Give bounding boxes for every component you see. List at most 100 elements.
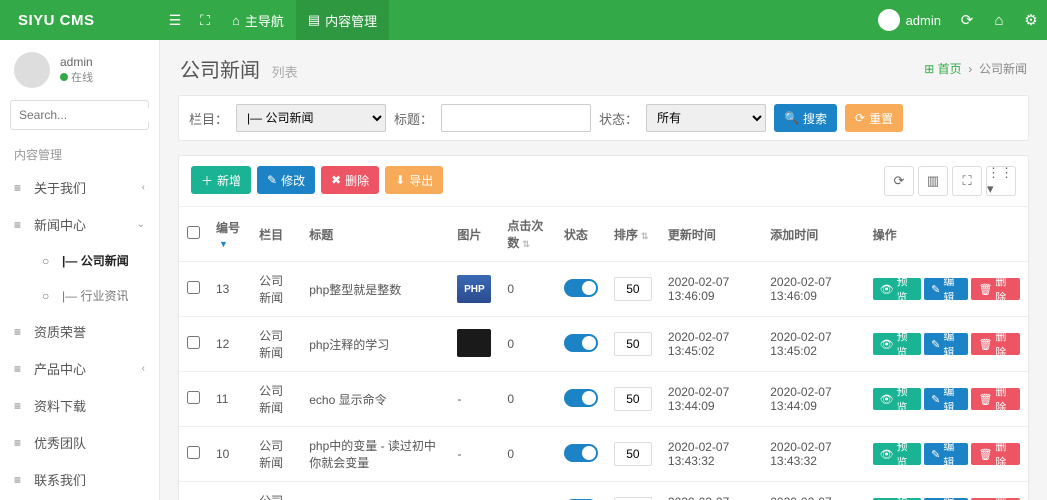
plus-icon: ＋	[201, 172, 213, 189]
cell-id: 13	[208, 262, 251, 317]
preview-button[interactable]: 👁预览	[873, 388, 922, 410]
row-checkbox[interactable]	[187, 281, 200, 294]
user-menu[interactable]: admin	[868, 9, 951, 31]
col-title[interactable]: 标题	[301, 207, 449, 262]
sort-input[interactable]	[614, 277, 652, 301]
col-clicks[interactable]: 点击次数⇅	[499, 207, 556, 262]
col-id[interactable]: 编号▼	[208, 207, 251, 262]
col-ops: 操作	[865, 207, 1028, 262]
refresh-tool-icon[interactable]: ⟳	[884, 166, 914, 196]
nav-contact[interactable]: ≡联系我们	[0, 461, 159, 498]
layers-icon: ▤	[308, 12, 320, 28]
nav-news[interactable]: ≡新闻中心⌄	[0, 206, 159, 243]
download-icon: ⬇	[395, 173, 405, 187]
cell-updated: 2020-02-07 13:46:09	[660, 262, 762, 317]
table-row: 12 公司新闻 php注释的学习 0 2020-02-07 13:45:02 2…	[179, 317, 1028, 372]
delete-button[interactable]: ✖删除	[321, 166, 379, 194]
status-toggle[interactable]	[564, 389, 598, 407]
filter-title-input[interactable]	[441, 104, 591, 132]
export-button[interactable]: ⬇导出	[385, 166, 443, 194]
row-edit-button[interactable]: ✎编辑	[924, 333, 968, 355]
sort-input[interactable]	[614, 442, 652, 466]
row-edit-button[interactable]: ✎编辑	[924, 388, 968, 410]
row-delete-button[interactable]: 🗑删除	[971, 333, 1020, 355]
nav-product[interactable]: ≡产品中心‹	[0, 350, 159, 387]
nav-company-news[interactable]: ○|— 公司新闻	[28, 243, 159, 278]
fullscreen-tool-icon[interactable]: ⛶	[952, 166, 982, 196]
cell-clicks: 0	[499, 317, 556, 372]
table-row: 13 公司新闻 php整型就是整数 PHP 0 2020-02-07 13:46…	[179, 262, 1028, 317]
col-cat[interactable]: 栏目	[251, 207, 301, 262]
page-header: 公司新闻 列表 ⊞ 首页 › 公司新闻	[178, 40, 1029, 95]
search-input[interactable]	[19, 108, 160, 122]
cell-title: php中的变量 - 读过初中你就会变量	[301, 427, 449, 482]
filter-col-select[interactable]: |— 公司新闻	[236, 104, 386, 132]
edit-button[interactable]: ✎修改	[257, 166, 315, 194]
row-checkbox[interactable]	[187, 391, 200, 404]
nav-team[interactable]: ≡优秀团队	[0, 424, 159, 461]
cell-created: 2020-02-07 13:43:32	[762, 427, 864, 482]
preview-button[interactable]: 👁预览	[873, 443, 922, 465]
no-image: -	[457, 447, 461, 461]
cell-created: 2020-02-07 13:46:09	[762, 262, 864, 317]
profile-box: admin 在线	[0, 40, 159, 100]
cell-clicks: 0	[499, 262, 556, 317]
cell-updated: 2020-02-07 13:44:09	[660, 372, 762, 427]
list-icon: ≡	[14, 399, 26, 413]
row-delete-button[interactable]: 🗑删除	[971, 388, 1020, 410]
fullscreen-icon[interactable]: ⛶	[190, 12, 220, 29]
nav-industry-news[interactable]: ○|— 行业资讯	[28, 278, 159, 313]
col-updated[interactable]: 更新时间	[660, 207, 762, 262]
crumb-home[interactable]: 首页	[938, 62, 962, 76]
toolbar: ＋新增 ✎修改 ✖删除 ⬇导出 ⟳ ▥ ⛶ ⋮⋮ ▾	[179, 156, 1028, 207]
nav-honor[interactable]: ≡资质荣誉	[0, 313, 159, 350]
status-toggle[interactable]	[564, 444, 598, 462]
filter-status-select[interactable]: 所有	[646, 104, 766, 132]
status-toggle[interactable]	[564, 279, 598, 297]
sort-input[interactable]	[614, 332, 652, 356]
row-delete-button[interactable]: 🗑删除	[971, 278, 1020, 300]
preview-button[interactable]: 👁预览	[873, 333, 922, 355]
table-row: 10 公司新闻 php中的变量 - 读过初中你就会变量 - 0 2020-02-…	[179, 427, 1028, 482]
cell-created: 2020-02-07 13:44:09	[762, 372, 864, 427]
chevron-left-icon: ‹	[142, 182, 145, 193]
cell-img: -	[449, 482, 499, 500]
menu-toggle-icon[interactable]: ☰	[160, 12, 190, 29]
nav-about[interactable]: ≡关于我们‹	[0, 169, 159, 206]
row-checkbox[interactable]	[187, 336, 200, 349]
col-img[interactable]: 图片	[449, 207, 499, 262]
cell-clicks: 0	[499, 372, 556, 427]
columns-tool-icon[interactable]: ▥	[918, 166, 948, 196]
chevron-down-icon: ⌄	[137, 219, 145, 230]
nav-download[interactable]: ≡资料下载	[0, 387, 159, 424]
status-toggle[interactable]	[564, 334, 598, 352]
sort-input[interactable]	[614, 387, 652, 411]
preview-button[interactable]: 👁预览	[873, 278, 922, 300]
circle-icon: ○	[42, 289, 54, 303]
search-box[interactable]: 🔍	[10, 100, 149, 130]
row-delete-button[interactable]: 🗑删除	[971, 443, 1020, 465]
table-row: 9 公司新闻 写代码的工具选择 - 0 2020-02-07 13:42:48 …	[179, 482, 1028, 500]
tab-content-mgmt[interactable]: ▤内容管理	[296, 0, 389, 40]
cell-id: 11	[208, 372, 251, 427]
add-button[interactable]: ＋新增	[191, 166, 251, 194]
col-status[interactable]: 状态	[556, 207, 606, 262]
row-checkbox[interactable]	[187, 446, 200, 459]
search-button[interactable]: 🔍搜索	[774, 104, 837, 132]
select-all-checkbox[interactable]	[187, 226, 200, 239]
refresh-icon[interactable]: ⟳	[951, 11, 983, 29]
pencil-icon: ✎	[931, 448, 940, 461]
col-sort[interactable]: 排序⇅	[606, 207, 660, 262]
search-icon: 🔍	[784, 111, 799, 125]
row-edit-button[interactable]: ✎编辑	[924, 443, 968, 465]
tab-main-nav[interactable]: ⌂主导航	[220, 0, 296, 40]
settings-icon[interactable]: ⚙	[1015, 11, 1047, 29]
col-created[interactable]: 添加时间	[762, 207, 864, 262]
grid-tool-icon[interactable]: ⋮⋮ ▾	[986, 166, 1016, 196]
cell-cat: 公司新闻	[251, 427, 301, 482]
row-edit-button[interactable]: ✎编辑	[924, 278, 968, 300]
home-icon[interactable]: ⌂	[983, 12, 1015, 29]
eye-icon: 👁	[880, 393, 894, 406]
data-panel: ＋新增 ✎修改 ✖删除 ⬇导出 ⟳ ▥ ⛶ ⋮⋮ ▾ 编号▼	[178, 155, 1029, 500]
reset-button[interactable]: ⟳重置	[845, 104, 903, 132]
